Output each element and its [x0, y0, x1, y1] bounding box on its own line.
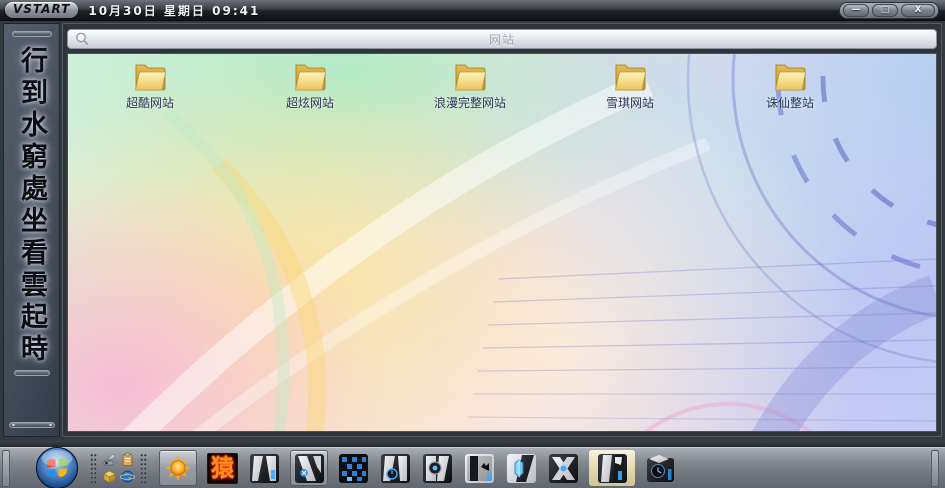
clipboard-icon[interactable] — [119, 452, 136, 468]
poem-calligraphy: 行到水窮處坐看雲起時 — [12, 46, 51, 366]
folder-label: 超酷网站 — [126, 94, 174, 111]
category-bar[interactable]: 网站 — [67, 29, 937, 49]
mech-folder-selected-icon[interactable] — [589, 450, 635, 486]
folder-icon — [612, 60, 648, 91]
category-title: 网站 — [68, 31, 936, 48]
window-controls: — □ X — [839, 2, 939, 19]
folder-item-langman[interactable]: 浪漫完整网站 — [390, 60, 550, 111]
folder-icon — [452, 60, 488, 91]
pixel-box-icon[interactable] — [337, 452, 370, 485]
sidebar: 行到水窮處坐看雲起時 — [3, 23, 60, 437]
taskbar: 猿 — [0, 447, 945, 488]
taskbar-left-cap — [2, 450, 10, 487]
vstart-window: VSTART 10月30日 星期日 09:41 — □ X 行到水窮處坐看雲起時 — [0, 0, 945, 488]
gramophone-icon[interactable] — [101, 452, 118, 468]
taskbar-right-cap — [931, 450, 939, 487]
quick-launch-grid — [101, 452, 136, 485]
mech-n-icon[interactable] — [248, 452, 281, 485]
grip-handle[interactable] — [90, 453, 97, 483]
folder-item-chaoxuan[interactable]: 超炫网站 — [230, 60, 390, 111]
maximize-button[interactable]: □ — [872, 4, 898, 17]
folder-item-xueqi[interactable]: 雪琪网站 — [550, 60, 710, 111]
sidebar-slider-bottom[interactable] — [9, 422, 55, 428]
folder-icon — [772, 60, 808, 91]
close-button[interactable]: X — [901, 4, 935, 17]
mech-power-icon[interactable] — [379, 452, 412, 485]
desktop-area[interactable]: 超酷网站 超炫网站 浪漫完整网站 — [67, 53, 937, 432]
clock-date-text: 10月30日 星期日 09:41 — [88, 2, 260, 19]
folder-label: 诛仙整站 — [766, 94, 814, 111]
windows-start-orb[interactable] — [34, 446, 80, 488]
folder-label: 超炫网站 — [286, 94, 334, 111]
folder-label: 浪漫完整网站 — [434, 94, 506, 111]
sun-icon[interactable] — [159, 450, 197, 486]
flame-character-icon[interactable]: 猿 — [206, 452, 239, 485]
folder-icon — [132, 60, 168, 91]
taskbar-app-icons: 猿 — [159, 450, 677, 486]
window-body: 行到水窮處坐看雲起時 网站 — [0, 21, 945, 441]
mech-speaker-icon[interactable] — [421, 452, 454, 485]
mech-n2-icon[interactable] — [290, 450, 328, 486]
mech-bat-icon[interactable] — [463, 452, 496, 485]
quick-launch — [88, 451, 149, 485]
sidebar-slider-top[interactable] — [12, 31, 52, 37]
globe-icon[interactable] — [119, 469, 136, 485]
mech-clock-icon[interactable] — [644, 452, 677, 485]
main-panel: 网站 — [62, 23, 942, 437]
folder-label: 雪琪网站 — [606, 94, 654, 111]
minimize-button[interactable]: — — [843, 4, 869, 17]
sidebar-slider-middle[interactable] — [14, 370, 50, 376]
mech-crystal-icon[interactable] — [505, 452, 538, 485]
grip-handle[interactable] — [140, 453, 147, 483]
mech-x-icon[interactable] — [547, 452, 580, 485]
flame-glyph: 猿 — [211, 457, 234, 480]
folder-item-zhuxian[interactable]: 诛仙整站 — [710, 60, 870, 111]
title-bar[interactable]: VSTART 10月30日 星期日 09:41 — □ X — [0, 0, 945, 21]
folder-icon — [292, 60, 328, 91]
folder-item-chaoku[interactable]: 超酷网站 — [70, 60, 230, 111]
folder-grid: 超酷网站 超炫网站 浪漫完整网站 — [70, 60, 870, 111]
vstart-logo: VSTART — [5, 2, 78, 18]
package-icon[interactable] — [101, 469, 118, 485]
